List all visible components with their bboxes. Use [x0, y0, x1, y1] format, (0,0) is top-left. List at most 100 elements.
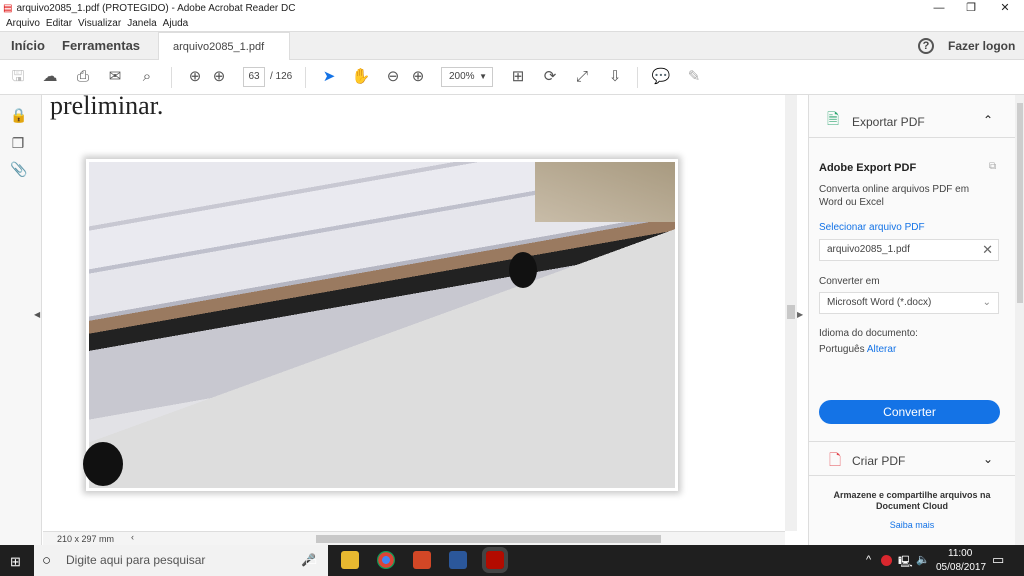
mega-icon[interactable]: [881, 555, 892, 566]
create-pdf-title: Criar PDF: [852, 454, 906, 468]
comment-icon[interactable]: 💬: [651, 68, 671, 86]
help-icon[interactable]: ?: [918, 38, 934, 54]
email-icon[interactable]: ✉: [105, 68, 125, 86]
format-select[interactable]: Microsoft Word (*.docx) ⌄: [819, 292, 999, 314]
page-size: 210 x 297 mm: [57, 534, 115, 544]
hand-tool-icon[interactable]: ✋: [351, 68, 371, 86]
vertical-scrollbar[interactable]: [785, 95, 797, 531]
left-rail: 🔒 ❐ 📎 ◀: [0, 95, 42, 545]
search-placeholder: Digite aqui para pesquisar: [66, 553, 206, 567]
tab-home[interactable]: Início: [11, 32, 45, 60]
menu-visualizar[interactable]: Visualizar: [78, 18, 121, 29]
previous-page-icon[interactable]: ⊕: [185, 68, 205, 86]
panel-scrollbar[interactable]: [1015, 95, 1024, 545]
clear-icon[interactable]: ✕: [982, 240, 993, 260]
rotate-icon[interactable]: ⟳: [540, 68, 560, 86]
show-hidden-icons[interactable]: ^: [866, 554, 871, 566]
windows-start-icon[interactable]: ⊞: [10, 554, 21, 570]
pen-icon[interactable]: ✎: [684, 68, 704, 86]
word-icon[interactable]: [449, 551, 467, 569]
taskbar-search[interactable]: ○ Digite aqui para pesquisar 🎤: [34, 545, 328, 576]
right-panel: 🗎 Exportar PDF ⌃ Adobe Export PDF ⧉ Conv…: [808, 95, 1024, 545]
minimize-button[interactable]: —: [922, 0, 956, 16]
cloud-services-icon[interactable]: ⧉: [989, 161, 996, 172]
powerpoint-icon[interactable]: [413, 551, 431, 569]
tab-bar: Início Ferramentas arquivo2085_1.pdf ...…: [0, 32, 1024, 81]
document-photo: [83, 159, 678, 491]
menu-ajuda[interactable]: Ajuda: [163, 18, 189, 29]
language-value: Português: [819, 344, 865, 355]
document-heading: preliminar.: [50, 95, 164, 120]
export-pdf-title: Exportar PDF: [852, 115, 925, 129]
learn-more-link[interactable]: Saiba mais: [809, 520, 1015, 530]
upload-cloud-icon[interactable]: ☁: [40, 68, 60, 86]
select-cursor-icon[interactable]: ➤: [319, 68, 339, 86]
tab-document[interactable]: arquivo2085_1.pdf ...×: [158, 32, 290, 81]
format-value: Microsoft Word (*.docx): [827, 297, 932, 308]
zoom-out-icon[interactable]: ⊖: [383, 68, 403, 86]
toolbar: 🖫 ☁ ⎙ ✉ ⌕ ⊕ ⊕ ➤ ✋ ⊖ ⊕ ⊞ ⟳ ⤢ ⇩ 💬 ✎: [0, 60, 1024, 95]
create-pdf-icon: 🗋: [829, 452, 842, 469]
clock-time[interactable]: 11:00: [948, 548, 972, 559]
save-icon[interactable]: 🖫: [8, 68, 28, 86]
convert-button[interactable]: Converter: [819, 400, 1000, 424]
export-pdf-header[interactable]: 🗎 Exportar PDF ⌃: [809, 95, 1015, 138]
tab-tools[interactable]: Ferramentas: [62, 32, 140, 60]
horizontal-scrollbar[interactable]: [316, 535, 661, 543]
expand-left-icon[interactable]: ◀: [34, 310, 40, 319]
export-pdf-icon: 🗎: [827, 111, 840, 128]
collapse-panel-icon[interactable]: ▶: [797, 310, 803, 319]
fullscreen-icon[interactable]: ⤢: [572, 68, 592, 86]
chevron-down-icon: ⌄: [982, 297, 991, 308]
scroll-mode-icon[interactable]: ⇩: [605, 68, 625, 86]
select-file-link[interactable]: Selecionar arquivo PDF: [819, 222, 925, 233]
network-icon[interactable]: 🖳: [898, 553, 913, 572]
zoom-value: 200%: [449, 71, 475, 82]
lock-icon[interactable]: 🔒: [10, 107, 27, 124]
create-pdf-header[interactable]: 🗋 Criar PDF ⌄: [809, 441, 1015, 476]
cortana-icon: ○: [42, 552, 52, 569]
close-button[interactable]: ✕: [988, 0, 1022, 16]
chevron-down-icon: ▼: [479, 72, 487, 81]
service-description: Converta online arquivos PDF em: [819, 184, 970, 195]
page-total: / 126: [270, 71, 293, 82]
menu-bar: Arquivo Editar Visualizar Janela Ajuda: [0, 16, 1024, 32]
print-icon[interactable]: ⎙: [73, 68, 93, 86]
taskbar: ⊞ ○ Digite aqui para pesquisar 🎤 ▭ ^ 🖳 🔈 1…: [0, 545, 1024, 576]
pages-icon[interactable]: ❐: [10, 135, 26, 152]
volume-icon[interactable]: 🔈: [916, 553, 930, 566]
chrome-icon[interactable]: [377, 551, 395, 569]
next-page-icon[interactable]: ⊕: [209, 68, 229, 86]
fit-page-icon[interactable]: ⊞: [508, 68, 528, 86]
language-label: Idioma do documento:: [819, 328, 918, 339]
chevron-down-icon: ⌄: [983, 452, 994, 466]
maximize-button[interactable]: ❐: [954, 0, 988, 16]
clock-date[interactable]: 05/08/2017: [936, 562, 986, 573]
file-explorer-icon[interactable]: [341, 551, 359, 569]
page-number-input[interactable]: 63: [243, 67, 265, 87]
scroll-left-icon[interactable]: ‹: [131, 532, 134, 542]
menu-arquivo[interactable]: Arquivo: [6, 18, 40, 29]
acrobat-icon[interactable]: [482, 547, 508, 573]
menu-janela[interactable]: Janela: [127, 18, 156, 29]
pdf-app-icon: ▤: [3, 2, 13, 14]
change-language-link[interactable]: Alterar: [867, 344, 896, 355]
login-button[interactable]: Fazer logon: [948, 32, 1015, 60]
chevron-up-icon: ⌃: [983, 113, 994, 127]
notifications-icon[interactable]: ▭: [992, 552, 1004, 568]
menu-editar[interactable]: Editar: [46, 18, 72, 29]
selected-file: arquivo2085_1.pdf: [827, 244, 910, 255]
convert-to-label: Converter em: [819, 276, 880, 287]
cloud-text-2: Document Cloud: [876, 501, 948, 511]
cloud-text: Armazene e compartilhe arquivos na: [833, 490, 991, 500]
zoom-select[interactable]: 200% ▼: [441, 67, 493, 87]
service-description-2: Word ou Excel: [819, 197, 884, 208]
zoom-in-icon[interactable]: ⊕: [408, 68, 428, 86]
selected-file-field[interactable]: arquivo2085_1.pdf ✕: [819, 239, 999, 261]
attachment-icon[interactable]: 📎: [10, 161, 27, 178]
task-view-icon[interactable]: ▭: [305, 553, 317, 569]
window-title: arquivo2085_1.pdf (PROTEGIDO) - Adobe Ac…: [16, 2, 296, 14]
search-icon[interactable]: ⌕: [137, 68, 157, 86]
title-bar: ▤ arquivo2085_1.pdf (PROTEGIDO) - Adobe …: [0, 0, 1024, 16]
document-view[interactable]: preliminar.: [43, 95, 785, 531]
